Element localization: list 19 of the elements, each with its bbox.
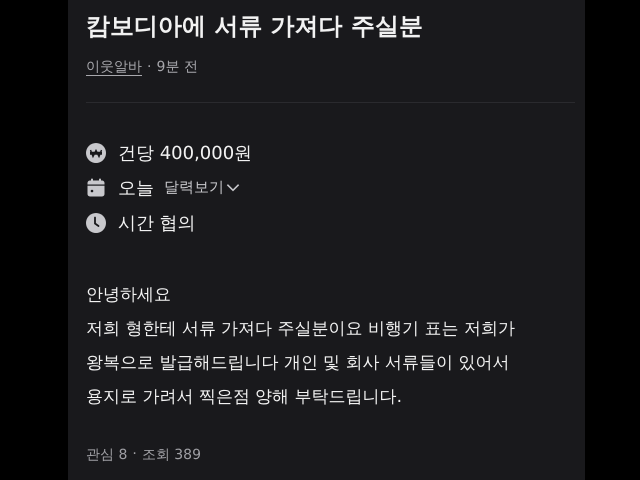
post-title: 캄보디아에 서류 가져다 주실분 bbox=[86, 11, 424, 42]
interest-count: 관심 8 bbox=[86, 446, 128, 464]
body-text-line: 용지로 가려서 찍은점 양해 부탁드립니다. bbox=[86, 386, 404, 409]
chevron-icon bbox=[226, 183, 240, 192]
body-text-line: 왕복으로 발급해드립니다 개인 및 회사 서류들이 있어서 bbox=[86, 352, 510, 375]
author-link[interactable]: 이웃알바 bbox=[86, 58, 142, 76]
view-count: 조회 389 bbox=[142, 446, 201, 464]
info-text: 오늘 bbox=[118, 176, 154, 200]
calendar-link[interactable]: 달력보기 bbox=[164, 178, 240, 197]
calendar-icon bbox=[86, 178, 106, 198]
body-text-line: 안녕하세요 bbox=[86, 284, 172, 307]
separator-dot: · bbox=[132, 446, 137, 464]
info-text: 건당 400,000원 bbox=[118, 142, 252, 164]
won-coin-icon bbox=[86, 142, 106, 162]
info-text: 시간 협의 bbox=[118, 212, 196, 234]
body-text-line: 저희 형한테 서류 가져다 주실분이요 비행기 표는 저희가 bbox=[86, 318, 516, 341]
separator-dot: · bbox=[147, 59, 152, 75]
clock-icon bbox=[86, 212, 106, 232]
post-time: 9분 전 bbox=[156, 58, 198, 76]
